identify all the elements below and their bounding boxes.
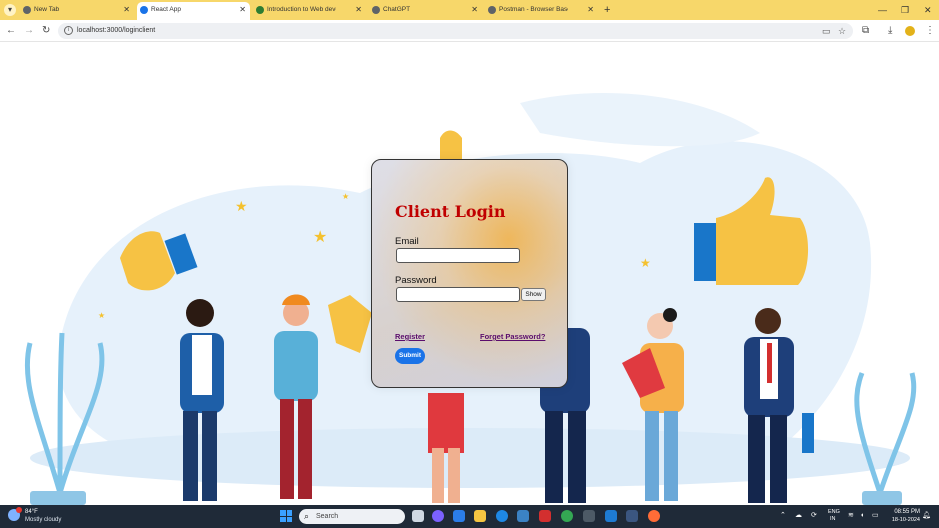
tab-intro-web-dev[interactable]: Introduction to Web developm ✕: [253, 2, 366, 20]
tab-label: New Tab: [34, 6, 60, 13]
download-icon[interactable]: ⤓: [888, 24, 892, 38]
chatgpt-icon: [372, 6, 380, 14]
close-icon[interactable]: ✕: [471, 2, 478, 18]
tab-react-app[interactable]: React App ✕: [137, 2, 250, 20]
weather-description[interactable]: Mostly cloudy: [25, 516, 61, 524]
cast-icon[interactable]: ▭: [822, 24, 831, 38]
windows-taskbar: 84°F Mostly cloudy ⌕ Search ⌃ ☁ ⟳ ENG IN…: [0, 505, 939, 528]
bookmark-star-icon[interactable]: ☆: [838, 24, 846, 38]
clock-date[interactable]: 18-10-2024: [886, 517, 920, 524]
postman-icon[interactable]: [648, 510, 660, 522]
show-password-button[interactable]: Show: [521, 288, 546, 301]
language-indicator[interactable]: ENG: [828, 509, 840, 516]
profile-avatar[interactable]: [905, 26, 915, 36]
tab-search-chevron-icon[interactable]: ▾: [4, 4, 16, 16]
language-region[interactable]: IN: [830, 516, 836, 523]
notification-badge: [16, 507, 22, 513]
menu-kebab-icon[interactable]: ⋮: [925, 24, 935, 38]
email-label: Email: [395, 236, 419, 247]
site-info-icon[interactable]: i: [64, 26, 73, 35]
screen: ▾ New Tab ✕ React App ✕ Introduction to …: [0, 0, 939, 528]
battery-icon[interactable]: ▭: [872, 509, 879, 523]
password-field[interactable]: [396, 287, 520, 302]
onedrive-icon[interactable]: ☁: [795, 509, 802, 523]
clock-time[interactable]: 08:55 PM: [886, 509, 920, 516]
edge-icon[interactable]: [496, 510, 508, 522]
address-bar[interactable]: i localhost:3000/loginclient ▭ ☆: [58, 23, 853, 39]
volume-icon[interactable]: ◖: [860, 509, 864, 523]
chrome-taskbar-icon[interactable]: [561, 510, 573, 522]
submit-button[interactable]: Submit: [395, 348, 425, 364]
svg-text:★: ★: [342, 192, 349, 201]
search-icon: ⌕: [304, 511, 310, 521]
tab-chatgpt[interactable]: ChatGPT ✕: [369, 2, 482, 20]
course-icon: [256, 6, 264, 14]
mcafee-icon[interactable]: [539, 510, 551, 522]
close-icon[interactable]: ✕: [587, 2, 594, 18]
browser-tabbar: ▾ New Tab ✕ React App ✕ Introduction to …: [0, 0, 939, 20]
tab-label: ChatGPT: [383, 6, 411, 13]
settings-app-icon[interactable]: [626, 510, 638, 522]
extensions-icon[interactable]: ⧉: [862, 24, 869, 38]
svg-text:★: ★: [235, 198, 248, 214]
forgot-password-link[interactable]: Forget Password?: [480, 332, 545, 341]
tab-new-tab[interactable]: New Tab ✕: [20, 2, 134, 20]
globe-icon: [488, 6, 496, 14]
store-icon[interactable]: [517, 510, 529, 522]
new-tab-button[interactable]: +: [604, 3, 610, 17]
notifications-icon[interactable]: 🔔︎: [922, 509, 931, 523]
login-card: Client Login Email Password Show Registe…: [371, 159, 568, 388]
search-placeholder: Search: [316, 513, 339, 520]
wifi-icon[interactable]: ≋: [848, 509, 854, 523]
chrome-icon: [23, 6, 31, 14]
browser-toolbar: ← → ↻ i localhost:3000/loginclient ▭ ☆: [0, 20, 939, 42]
react-icon: [140, 6, 148, 14]
email-field[interactable]: [396, 248, 520, 263]
register-link[interactable]: Register: [395, 332, 425, 341]
minimize-icon[interactable]: —: [878, 3, 887, 17]
back-icon[interactable]: ←: [6, 24, 16, 38]
reload-icon[interactable]: ↻: [42, 24, 50, 38]
svg-text:★: ★: [313, 229, 327, 246]
file-explorer-icon[interactable]: [474, 510, 486, 522]
app-icon[interactable]: [453, 510, 465, 522]
weather-temperature[interactable]: 84°F: [25, 508, 38, 516]
tray-chevron-icon[interactable]: ⌃: [780, 509, 786, 523]
page-content: ★ ★ ★ ★ ★ Client Login Email Password Sh…: [0, 43, 939, 505]
url-text: localhost:3000/loginclient: [77, 27, 156, 34]
tab-label: Introduction to Web developm: [267, 6, 336, 13]
close-icon[interactable]: ✕: [239, 2, 246, 18]
taskbar-search-box[interactable]: ⌕ Search: [299, 509, 405, 524]
tab-postman[interactable]: Postman - Browser Based Auth ✕: [485, 2, 598, 20]
terminal-icon[interactable]: [583, 510, 595, 522]
sync-icon[interactable]: ⟳: [811, 509, 817, 523]
vscode-icon[interactable]: [605, 510, 617, 522]
close-icon[interactable]: ✕: [355, 2, 362, 18]
task-view-icon[interactable]: [412, 510, 424, 522]
tab-label: React App: [151, 6, 181, 13]
close-window-icon[interactable]: ✕: [924, 3, 932, 17]
close-icon[interactable]: ✕: [123, 2, 130, 18]
copilot-icon[interactable]: [432, 510, 444, 522]
tab-label: Postman - Browser Based Auth: [499, 6, 568, 13]
windows-start-icon[interactable]: [280, 510, 292, 522]
login-title: Client Login: [395, 202, 506, 221]
svg-text:★: ★: [98, 311, 105, 320]
password-label: Password: [395, 275, 437, 286]
svg-text:★: ★: [640, 256, 651, 270]
maximize-icon[interactable]: ❐: [901, 3, 909, 17]
forward-icon[interactable]: →: [24, 24, 34, 38]
